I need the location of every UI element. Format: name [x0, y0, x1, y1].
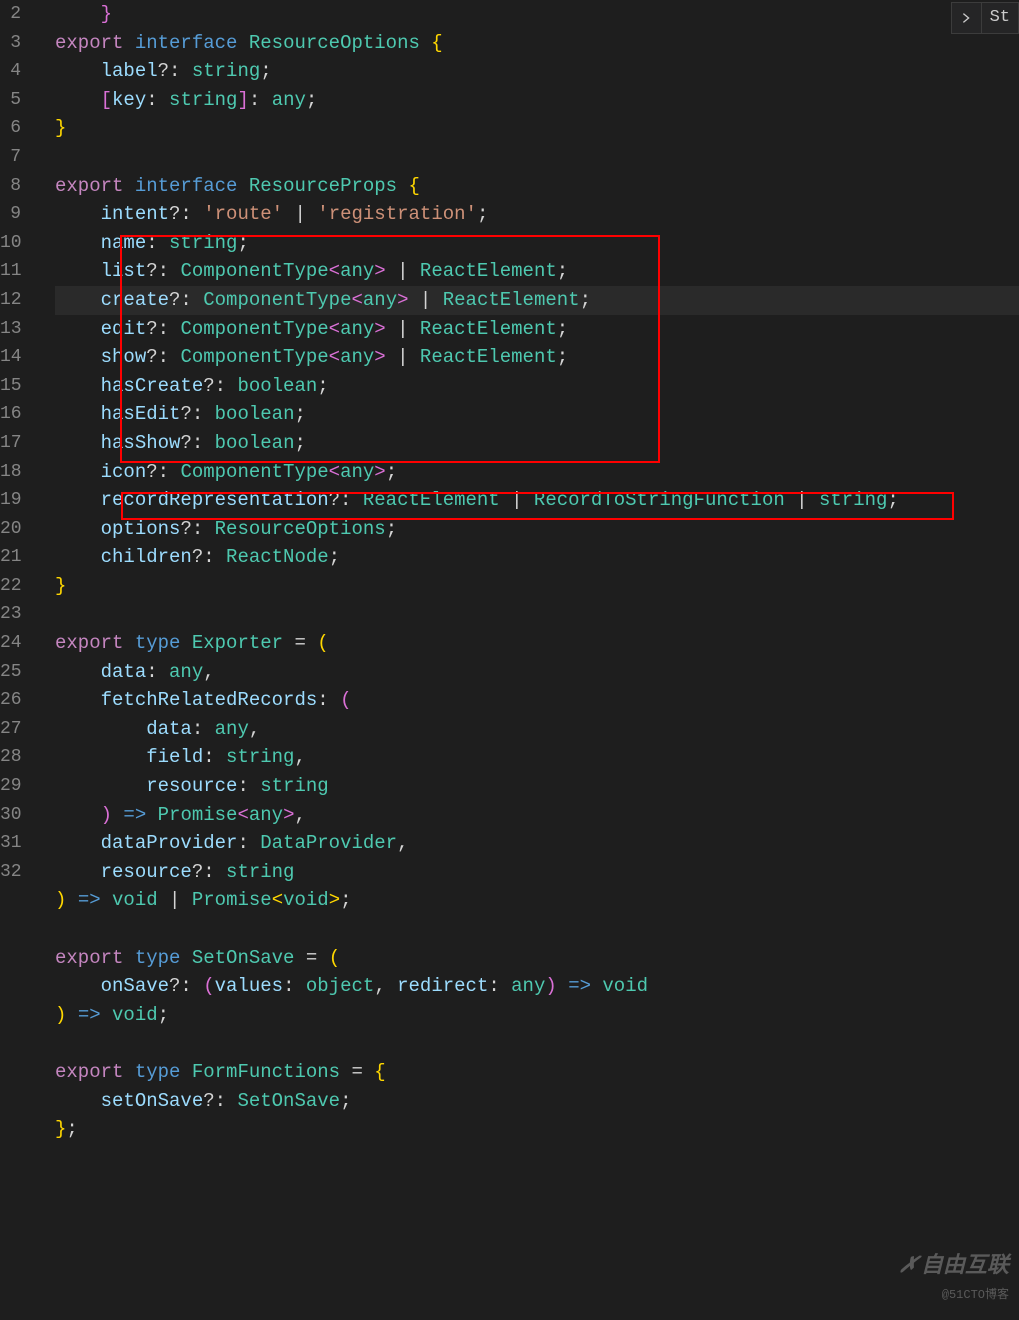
line-number: 16: [0, 400, 21, 429]
line-number: 28: [0, 743, 21, 772]
line-number: 18: [0, 458, 21, 487]
line-number: 15: [0, 372, 21, 401]
watermark: ✗自由互联 @51CTO博客: [899, 1253, 1009, 1310]
line-number: 19: [0, 486, 21, 515]
line-number: 3: [0, 29, 21, 58]
chevron-right-icon[interactable]: [952, 3, 982, 33]
line-number: 11: [0, 257, 21, 286]
line-numbers: 2345678910111213141516171819202122232425…: [0, 0, 25, 1320]
breadcrumb-label[interactable]: St: [982, 4, 1018, 33]
line-number: 30: [0, 801, 21, 830]
watermark-sub: @51CTO博客: [942, 1281, 1009, 1310]
line-number: 8: [0, 172, 21, 201]
line-number: 24: [0, 629, 21, 658]
line-number: 22: [0, 572, 21, 601]
line-number: 26: [0, 686, 21, 715]
line-number: 20: [0, 515, 21, 544]
line-number: 13: [0, 315, 21, 344]
line-number: 6: [0, 114, 21, 143]
line-number: 10: [0, 229, 21, 258]
line-number: 27: [0, 715, 21, 744]
watermark-main: 自由互联: [921, 1254, 1009, 1279]
line-number: 14: [0, 343, 21, 372]
code-editor[interactable]: 2345678910111213141516171819202122232425…: [0, 0, 1019, 1320]
line-number: 12: [0, 286, 21, 315]
line-number: 23: [0, 600, 21, 629]
line-number: 21: [0, 543, 21, 572]
line-number: 17: [0, 429, 21, 458]
line-number: 29: [0, 772, 21, 801]
line-number: 2: [0, 0, 21, 29]
line-number: 31: [0, 829, 21, 858]
line-number: 5: [0, 86, 21, 115]
code-content[interactable]: } export interface ResourceOptions { lab…: [25, 0, 1019, 1320]
line-number: 32: [0, 858, 21, 887]
line-number: 4: [0, 57, 21, 86]
line-number: 7: [0, 143, 21, 172]
breadcrumb-pill: St: [951, 2, 1019, 34]
line-number: 25: [0, 658, 21, 687]
line-number: 9: [0, 200, 21, 229]
